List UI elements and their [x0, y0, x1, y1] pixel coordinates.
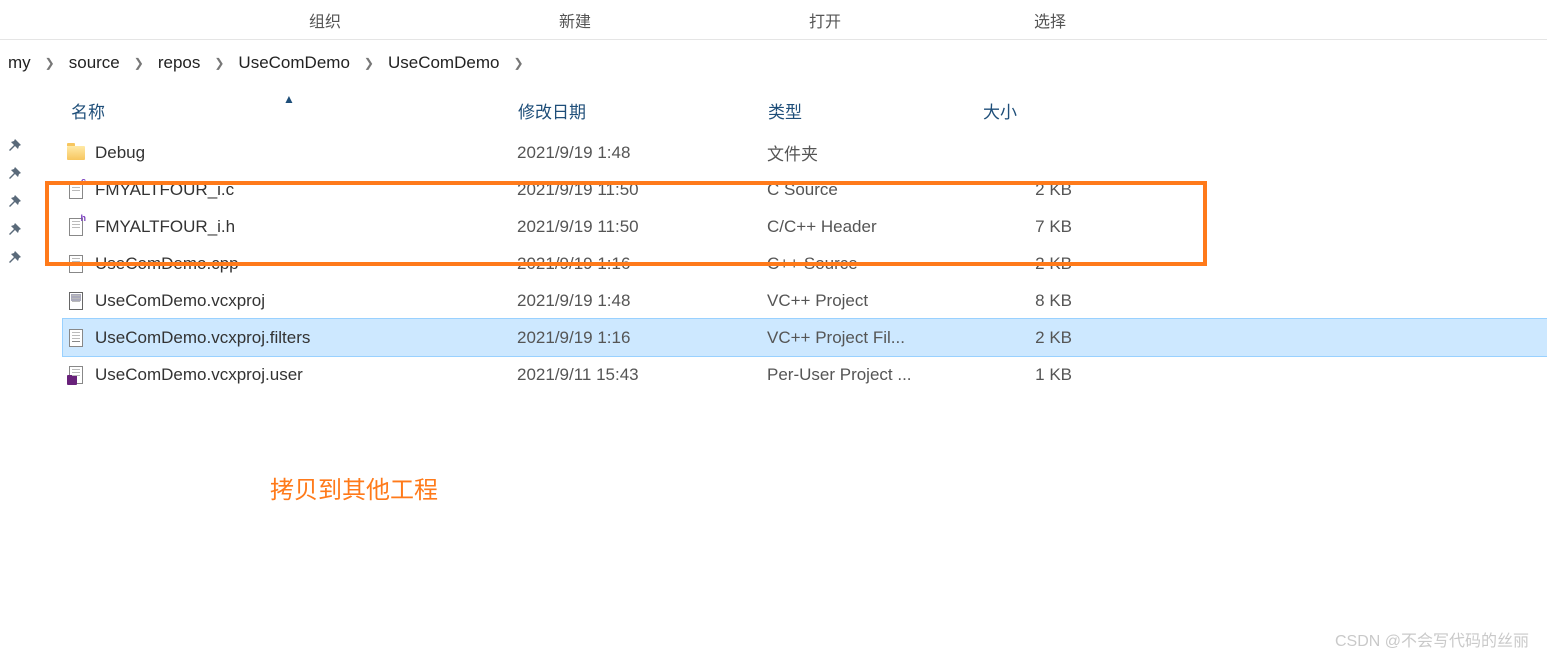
chevron-right-icon[interactable]: ❯	[505, 56, 531, 70]
breadcrumb[interactable]: my ❯ source ❯ repos ❯ UseComDemo ❯ UseCo…	[0, 40, 1547, 86]
cell-modified: 2021/9/19 1:16	[517, 328, 767, 348]
cell-type: 文件夹	[767, 140, 982, 165]
table-row[interactable]: FMYALTFOUR_i.c 2021/9/19 11:50C Source2 K…	[63, 171, 1547, 208]
file-name-label: UseComDemo.vcxproj.user	[95, 365, 303, 385]
file-list[interactable]: ▲ 名称 修改日期 类型 大小 Debug2021/9/19 1:48文件夹FM…	[63, 86, 1547, 393]
pin-icon[interactable]	[6, 194, 22, 210]
chevron-right-icon[interactable]: ❯	[206, 56, 232, 70]
cell-type: Per-User Project ...	[767, 365, 982, 385]
table-row[interactable]: UseComDemo.cpp 2021/9/19 1:16C++ Source2 …	[63, 245, 1547, 282]
table-row[interactable]: UseComDemo.vcxproj.filters 2021/9/19 1:16…	[63, 319, 1547, 356]
table-row[interactable]: Debug 2021/9/19 1:48文件夹	[63, 134, 1547, 171]
watermark-text: CSDN @不会写代码的丝丽	[1335, 627, 1529, 651]
pin-icon[interactable]	[6, 250, 22, 266]
breadcrumb-item[interactable]: source	[63, 49, 126, 77]
cell-modified: 2021/9/19 11:50	[517, 217, 767, 237]
ribbon-group-new[interactable]: 新建	[450, 0, 700, 40]
cell-size: 8 KB	[982, 291, 1082, 311]
column-header-size[interactable]: 大小	[983, 98, 1103, 123]
quick-access-strip	[0, 86, 28, 393]
sort-indicator-icon: ▲	[283, 92, 295, 106]
cell-name[interactable]: UseComDemo.vcxproj.filters	[67, 328, 517, 348]
cell-name[interactable]: UseComDemo.vcxproj	[67, 291, 517, 311]
cell-modified: 2021/9/19 1:48	[517, 291, 767, 311]
table-row[interactable]: FMYALTFOUR_i.h 2021/9/19 11:50C/C++ Heade…	[63, 208, 1547, 245]
file-name-label: UseComDemo.vcxproj	[95, 291, 265, 311]
c-src-file-icon	[67, 181, 85, 199]
file-name-label: FMYALTFOUR_i.c	[95, 180, 234, 200]
cell-type: VC++ Project Fil...	[767, 328, 982, 348]
cell-size: 2 KB	[982, 180, 1082, 200]
h-src-file-icon	[67, 218, 85, 236]
cell-size: 7 KB	[982, 217, 1082, 237]
cell-size: 2 KB	[982, 254, 1082, 274]
column-header-modified[interactable]: 修改日期	[518, 98, 768, 123]
column-header-row: ▲ 名称 修改日期 类型 大小	[63, 86, 1547, 134]
annotation-text: 拷贝到其他工程	[270, 470, 438, 505]
cell-name[interactable]: FMYALTFOUR_i.h	[67, 217, 517, 237]
cell-modified: 2021/9/11 15:43	[517, 365, 767, 385]
pin-icon[interactable]	[6, 222, 22, 238]
file-name-label: UseComDemo.cpp	[95, 254, 239, 274]
cell-size: 1 KB	[982, 365, 1082, 385]
breadcrumb-item[interactable]: UseComDemo	[382, 49, 505, 77]
filters-file-icon	[67, 329, 85, 347]
column-header-label: 名称	[71, 98, 105, 123]
cell-type: C Source	[767, 180, 982, 200]
cell-name[interactable]: Debug	[67, 143, 517, 163]
cell-modified: 2021/9/19 1:48	[517, 143, 767, 163]
file-name-label: Debug	[95, 143, 145, 163]
breadcrumb-item[interactable]: repos	[152, 49, 207, 77]
chevron-right-icon[interactable]: ❯	[37, 56, 63, 70]
cell-modified: 2021/9/19 1:16	[517, 254, 767, 274]
cell-modified: 2021/9/19 11:50	[517, 180, 767, 200]
user-file-icon	[67, 366, 85, 384]
cell-type: C/C++ Header	[767, 217, 982, 237]
file-name-label: UseComDemo.vcxproj.filters	[95, 328, 310, 348]
cell-type: VC++ Project	[767, 291, 982, 311]
cell-size: 2 KB	[982, 328, 1082, 348]
proj-file-icon	[67, 292, 85, 310]
pin-icon[interactable]	[6, 166, 22, 182]
table-row[interactable]: UseComDemo.vcxproj.user 2021/9/11 15:43Pe…	[63, 356, 1547, 393]
pin-icon[interactable]	[6, 138, 22, 154]
cell-name[interactable]: UseComDemo.cpp	[67, 254, 517, 274]
cell-name[interactable]: UseComDemo.vcxproj.user	[67, 365, 517, 385]
table-row[interactable]: UseComDemo.vcxproj 2021/9/19 1:48VC++ Pro…	[63, 282, 1547, 319]
breadcrumb-item[interactable]: my	[2, 49, 37, 77]
cpp-src-file-icon	[67, 255, 85, 273]
ribbon-group-select[interactable]: 选择	[950, 0, 1150, 40]
breadcrumb-item[interactable]: UseComDemo	[232, 49, 355, 77]
chevron-right-icon[interactable]: ❯	[356, 56, 382, 70]
ribbon-group-labels: 组织 新建 打开 选择	[0, 0, 1547, 40]
folder-icon	[67, 144, 85, 162]
ribbon-group-organize[interactable]: 组织	[200, 0, 450, 40]
file-name-label: FMYALTFOUR_i.h	[95, 217, 235, 237]
column-header-type[interactable]: 类型	[768, 98, 983, 123]
cell-type: C++ Source	[767, 254, 982, 274]
chevron-right-icon[interactable]: ❯	[126, 56, 152, 70]
ribbon-group-open[interactable]: 打开	[700, 0, 950, 40]
cell-name[interactable]: FMYALTFOUR_i.c	[67, 180, 517, 200]
